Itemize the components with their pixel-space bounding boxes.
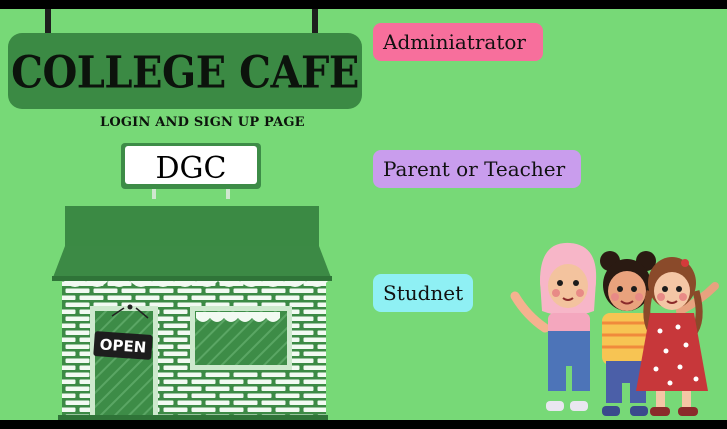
administrator-button[interactable]: Adminiatrator — [373, 23, 543, 61]
page: COLLEGE CAFE LOGIN AND SIGN UP PAGE DGC … — [0, 0, 727, 429]
dgc-signboard: DGC — [121, 143, 261, 189]
login-canvas: COLLEGE CAFE LOGIN AND SIGN UP PAGE DGC … — [0, 9, 727, 420]
children-illustration — [510, 242, 719, 416]
dgc-label: DGC — [155, 151, 227, 186]
cafe-sign: COLLEGE CAFE — [8, 33, 362, 109]
parent-teacher-button[interactable]: Parent or Teacher — [373, 150, 581, 188]
cafe-title: COLLEGE CAFE — [11, 46, 359, 99]
page-subtitle: LOGIN AND SIGN UP PAGE — [100, 115, 305, 130]
cafe-building-illustration: OPEN — [52, 206, 332, 420]
open-sign-text: OPEN — [99, 335, 147, 356]
student-button[interactable]: Studnet — [373, 274, 473, 312]
